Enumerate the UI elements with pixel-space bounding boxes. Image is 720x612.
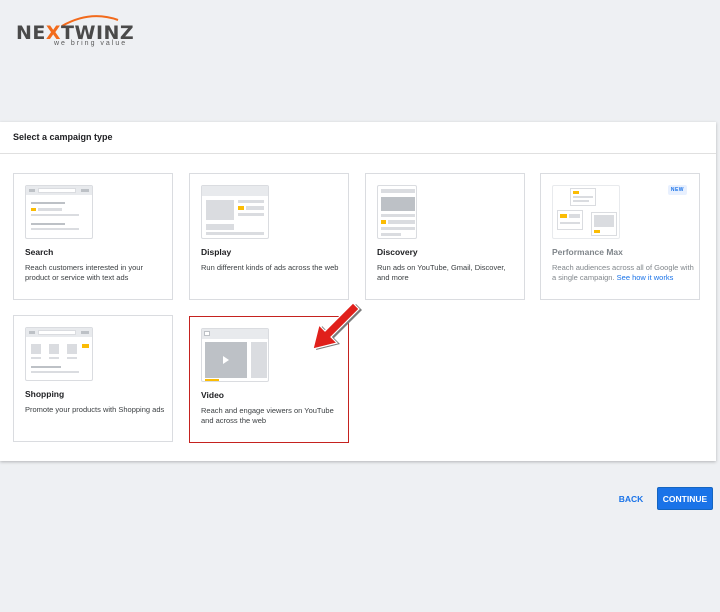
campaign-card-description: Reach customers interested in your produ… bbox=[25, 263, 143, 282]
campaign-card-display[interactable]: Display Run different kinds of ads acros… bbox=[189, 173, 349, 300]
performance-max-illustration bbox=[552, 185, 620, 239]
campaign-card-name: Discovery bbox=[377, 247, 418, 257]
panel-header: Select a campaign type bbox=[0, 122, 716, 154]
discovery-illustration bbox=[377, 185, 417, 239]
campaign-card-name: Video bbox=[201, 390, 224, 400]
campaign-card-description: Run ads on YouTube, Gmail, Discover, and… bbox=[377, 263, 506, 282]
display-illustration bbox=[201, 185, 269, 239]
campaign-card-description: Promote your products with Shopping ads bbox=[25, 405, 165, 414]
campaign-card-name: Shopping bbox=[25, 389, 65, 399]
campaign-card-search[interactable]: Search Reach customers interested in you… bbox=[13, 173, 173, 300]
see-how-it-works-link[interactable]: See how it works bbox=[617, 273, 674, 282]
new-badge: NEW bbox=[667, 185, 687, 195]
logo-prefix: NE bbox=[16, 22, 46, 44]
campaign-card-description: Reach and engage viewers on YouTube and … bbox=[201, 406, 334, 425]
back-button[interactable]: BACK bbox=[612, 489, 650, 509]
campaign-card-performance-max[interactable]: NEW Performance Max Reach audiences acro… bbox=[540, 173, 700, 300]
campaign-card-shopping[interactable]: Shopping Promote your products with Shop… bbox=[13, 315, 173, 442]
nextwinz-logo: NEXTWINZ we bring value bbox=[16, 14, 136, 48]
campaign-card-name: Display bbox=[201, 247, 232, 257]
annotation-arrow-icon bbox=[312, 302, 362, 350]
logo-tagline: we bring value bbox=[54, 40, 128, 47]
campaign-type-panel: Select a campaign type Search Reach cust… bbox=[0, 122, 716, 461]
play-icon bbox=[223, 356, 229, 364]
campaign-card-description: Reach audiences across all of Google wit… bbox=[552, 263, 694, 283]
campaign-card-discovery[interactable]: Discovery Run ads on YouTube, Gmail, Dis… bbox=[365, 173, 525, 300]
video-illustration bbox=[201, 328, 269, 382]
campaign-card-description: Run different kinds of ads across the we… bbox=[201, 263, 339, 272]
shopping-illustration bbox=[25, 327, 93, 381]
continue-button[interactable]: CONTINUE bbox=[657, 487, 713, 510]
campaign-card-name: Search bbox=[25, 247, 54, 257]
search-illustration bbox=[25, 185, 93, 239]
campaign-card-name: Performance Max bbox=[552, 247, 623, 257]
panel-title: Select a campaign type bbox=[13, 132, 113, 142]
